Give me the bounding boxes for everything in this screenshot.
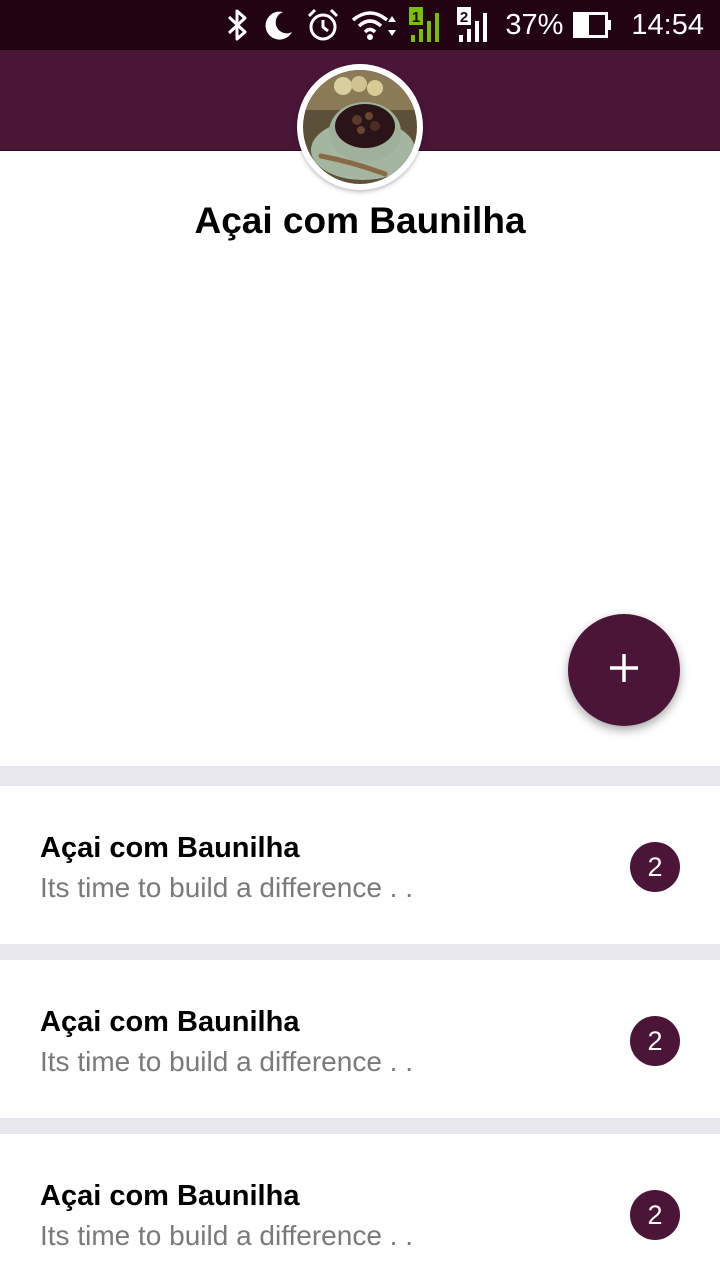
page-title: Açai com Baunilha [194, 200, 526, 241]
count-badge: 2 [630, 1016, 680, 1066]
bluetooth-icon [225, 7, 251, 43]
item-subtitle: Its time to build a difference . . [40, 1220, 414, 1251]
count-badge: 2 [630, 842, 680, 892]
list-item[interactable]: Açai com Baunilha Its time to build a di… [0, 1134, 720, 1280]
add-button[interactable] [568, 614, 680, 726]
item-title: Açai com Baunilha [40, 1006, 300, 1038]
sim2-label: 2 [460, 9, 468, 26]
status-bar: 1 2 37% 14:54 [0, 0, 720, 50]
item-title: Açai com Baunilha [40, 832, 300, 864]
moon-icon [261, 7, 295, 43]
list-divider [0, 766, 720, 786]
avatar[interactable] [297, 64, 423, 190]
list-divider [0, 944, 720, 960]
wifi-icon [351, 7, 399, 43]
item-subtitle: Its time to build a difference . . [40, 1046, 414, 1077]
list-item[interactable]: Açai com Baunilha Its time to build a di… [0, 960, 720, 1118]
signal-icon: 1 [409, 7, 447, 43]
count-badge: 2 [630, 1190, 680, 1240]
clock: 14:54 [631, 8, 704, 41]
battery-percent: 37% [505, 8, 564, 41]
plus-icon [608, 652, 640, 689]
item-title: Açai com Baunilha [40, 1180, 300, 1212]
sim1-label: 1 [412, 9, 420, 26]
battery-icon [573, 7, 613, 43]
list-divider [0, 1118, 720, 1134]
signal-icon: 2 [457, 7, 495, 43]
acai-bowl-photo [303, 70, 417, 184]
alarm-icon [305, 7, 341, 43]
item-subtitle: Its time to build a difference . . [40, 872, 414, 903]
list-item[interactable]: Açai com Baunilha Its time to build a di… [0, 786, 720, 944]
